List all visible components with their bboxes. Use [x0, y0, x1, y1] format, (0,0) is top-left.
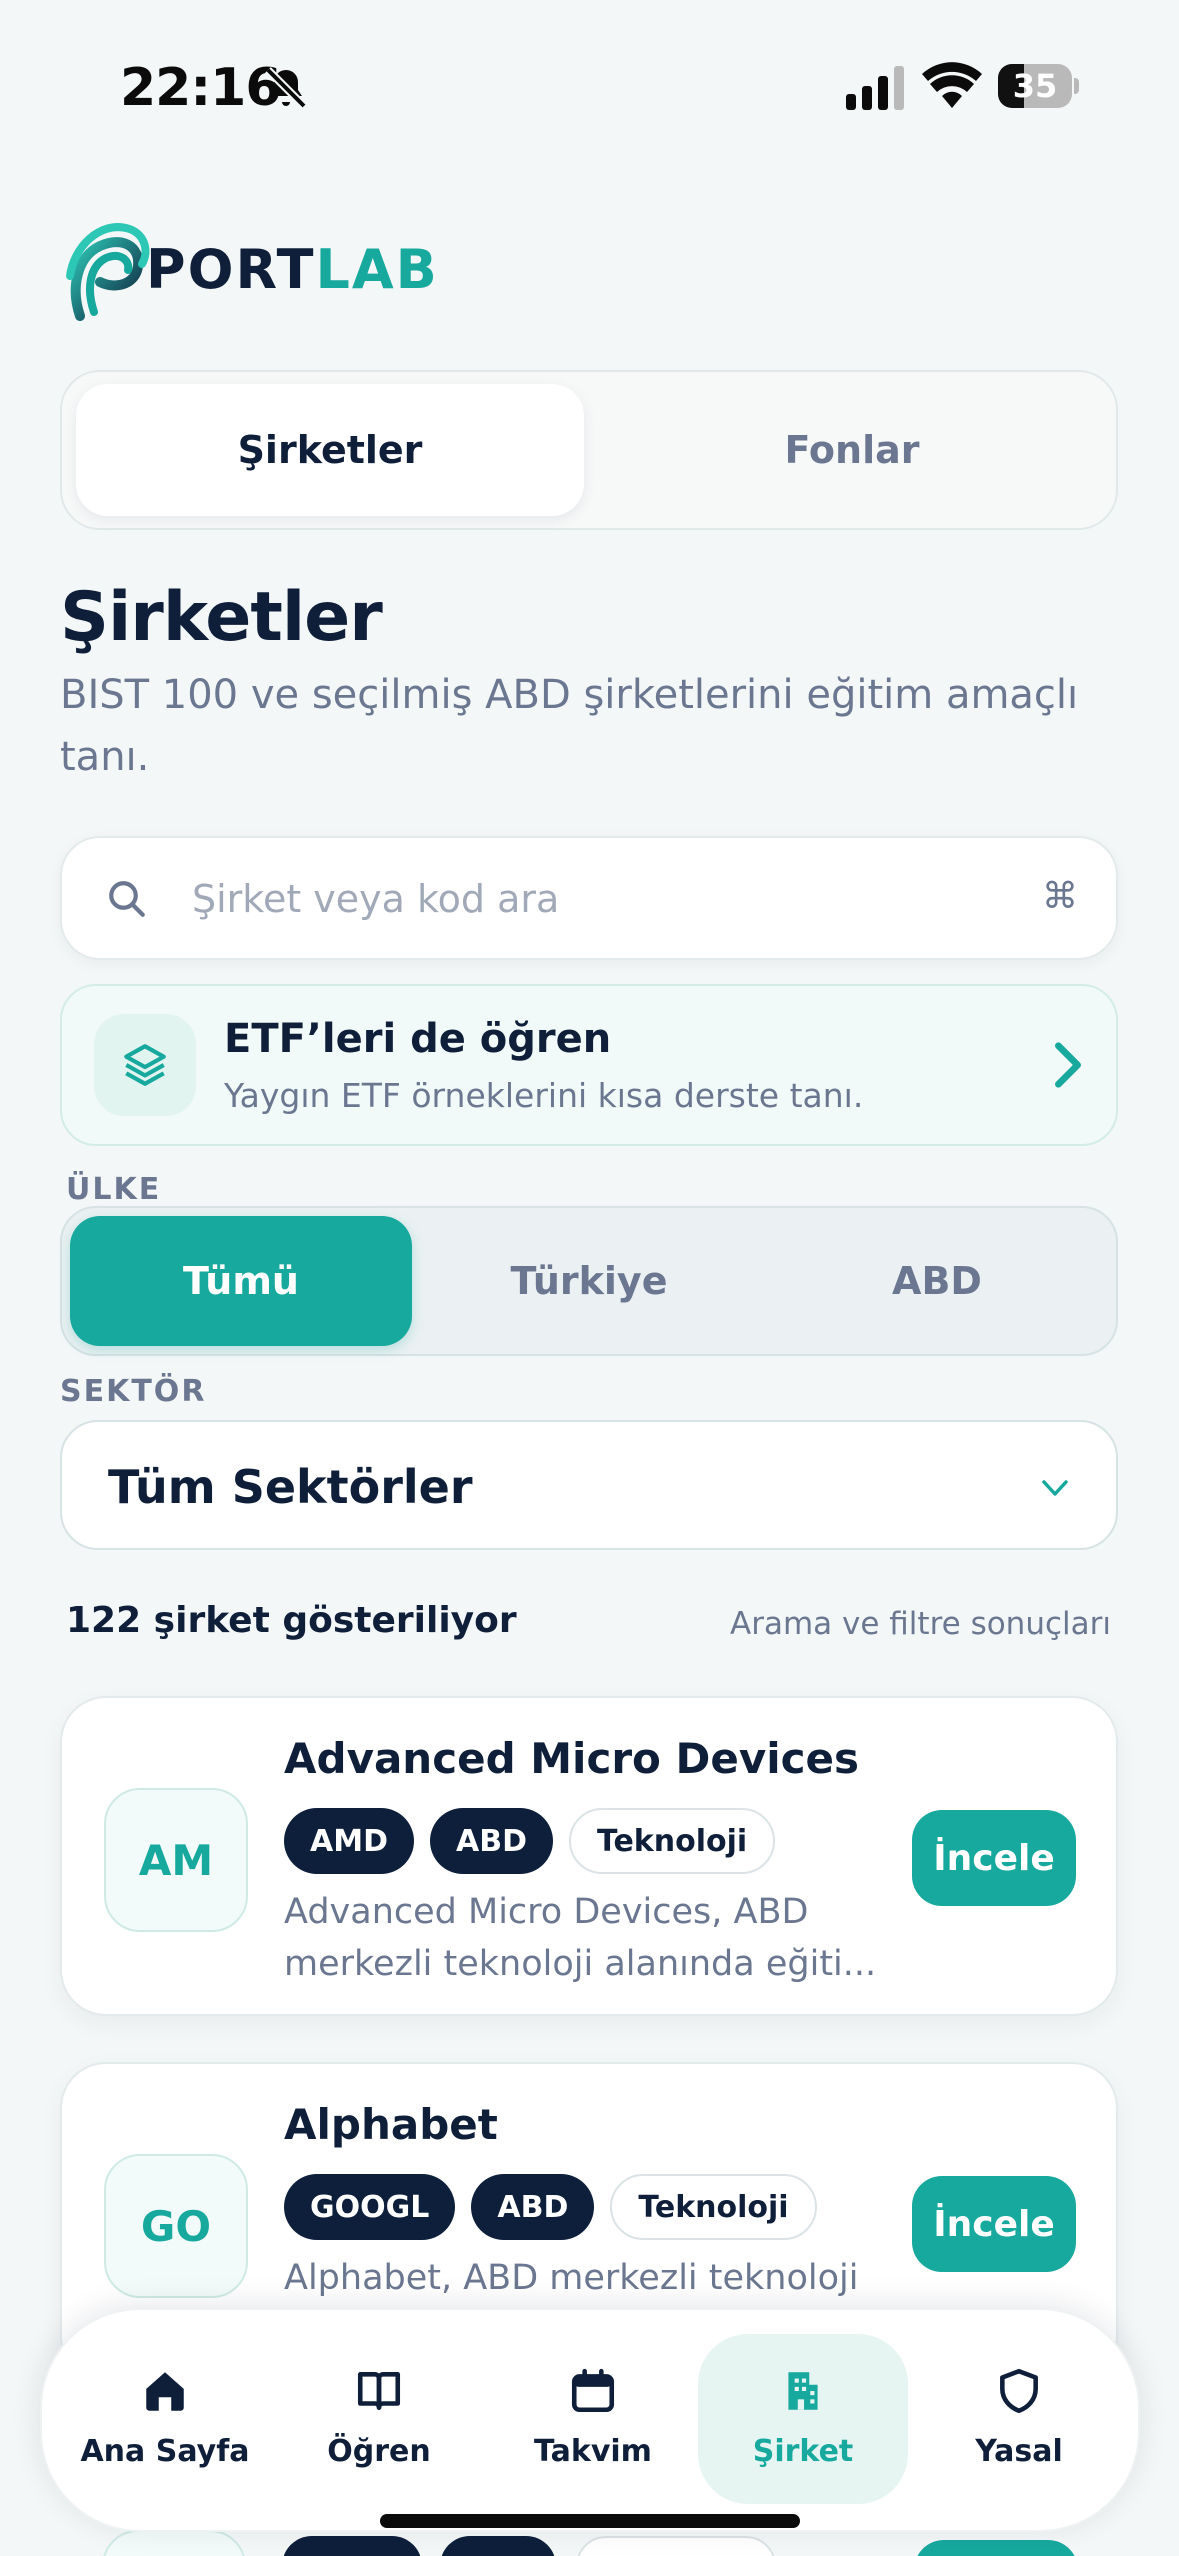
country-filter-label: ÜLKE — [66, 1172, 162, 1207]
bottom-navigation: Ana Sayfa Öğren Takvim Şirket Yasal — [40, 2308, 1140, 2532]
ticker-badge: AMD — [284, 1808, 414, 1874]
nav-item-home[interactable]: Ana Sayfa — [60, 2334, 270, 2504]
nav-label-company: Şirket — [752, 2434, 854, 2469]
sector-selected-value: Tüm Sektörler — [108, 1460, 473, 1514]
review-button[interactable]: İncele — [912, 1810, 1076, 1906]
layers-icon — [124, 1044, 166, 1086]
company-description: Advanced Micro Devices, ABD merkezli tek… — [284, 1892, 877, 1984]
next-card-button-partial — [914, 2540, 1078, 2556]
battery-level: 35 — [1012, 67, 1058, 105]
company-description: Alphabet, ABD merkezli teknoloji — [284, 2258, 859, 2298]
etf-learn-banner[interactable]: ETF’leri de öğren Yaygın ETF örneklerini… — [60, 984, 1118, 1146]
app-logo: PORTLAB — [60, 216, 437, 322]
company-avatar: AM — [104, 1788, 248, 1932]
country-badge: ABD — [429, 1808, 553, 1874]
company-card[interactable]: AM Advanced Micro Devices AMD ABD Teknol… — [60, 1696, 1118, 2016]
wifi-icon — [922, 62, 982, 108]
nav-item-learn[interactable]: Öğren — [274, 2334, 484, 2504]
ticker-badge: GOOGL — [284, 2174, 456, 2240]
nav-label-learn: Öğren — [327, 2434, 431, 2469]
status-bar: 22:16 35 — [0, 0, 1179, 180]
country-filter: Tümü Türkiye ABD — [60, 1206, 1118, 1356]
brand-name: PORTLAB — [146, 238, 439, 301]
brand-name-part2: LAB — [315, 238, 439, 301]
chevron-down-icon — [1042, 1480, 1068, 1496]
command-key-icon: ⌘ — [1042, 876, 1078, 917]
home-indicator — [380, 2514, 800, 2528]
etf-banner-subtitle: Yaygın ETF örneklerini kısa derste tanı. — [224, 1076, 864, 1115]
nav-label-calendar: Takvim — [534, 2434, 652, 2469]
shield-icon — [1000, 2368, 1038, 2414]
tab-companies[interactable]: Şirketler — [76, 384, 584, 516]
company-tags: GOOGL ABD Teknoloji — [284, 2174, 817, 2240]
building-icon — [788, 2372, 818, 2410]
content-type-tabs: Şirketler Fonlar — [60, 370, 1118, 530]
next-card-avatar-partial — [102, 2530, 246, 2556]
country-option-all[interactable]: Tümü — [70, 1216, 412, 1346]
chevron-right-icon — [1055, 1042, 1081, 1088]
company-tags: AMD ABD Teknoloji — [284, 1808, 776, 1874]
nav-item-legal[interactable]: Yasal — [914, 2334, 1124, 2504]
page-description: BIST 100 ve seçilmiş ABD şirketlerini eğ… — [60, 672, 1079, 780]
search-input[interactable] — [192, 866, 992, 932]
etf-icon-container — [94, 1014, 196, 1116]
status-time: 22:16 — [120, 58, 282, 118]
company-name: Advanced Micro Devices — [284, 1734, 860, 1783]
search-icon — [109, 881, 145, 917]
nav-label-legal: Yasal — [975, 2434, 1063, 2469]
nav-item-company[interactable]: Şirket — [698, 2334, 908, 2504]
home-icon — [146, 2372, 184, 2411]
sector-filter-label: SEKTÖR — [60, 1374, 207, 1409]
page-title: Şirketler — [60, 578, 383, 657]
brand-name-part1: PORT — [146, 238, 316, 301]
country-option-turkey[interactable]: Türkiye — [418, 1216, 760, 1346]
calendar-icon — [571, 2368, 615, 2413]
battery-icon: 35 — [998, 64, 1079, 108]
next-card-tag-partial — [282, 2536, 422, 2556]
country-option-usa[interactable]: ABD — [766, 1216, 1108, 1346]
nav-item-calendar[interactable]: Takvim — [488, 2334, 698, 2504]
next-card-tag-partial — [576, 2536, 776, 2556]
portlab-logo-icon — [66, 223, 150, 321]
search-bar[interactable]: ⌘ — [60, 836, 1118, 960]
sector-badge: Teknoloji — [568, 1808, 776, 1874]
tab-funds[interactable]: Fonlar — [598, 384, 1106, 516]
sector-badge: Teknoloji — [610, 2174, 817, 2240]
review-button[interactable]: İncele — [912, 2176, 1076, 2272]
country-badge: ABD — [471, 2174, 595, 2240]
cellular-signal-icon — [846, 66, 904, 110]
book-icon — [357, 2372, 401, 2410]
etf-banner-title: ETF’leri de öğren — [224, 1016, 612, 1062]
company-name: Alphabet — [284, 2100, 498, 2149]
results-note: Arama ve filtre sonuçları — [730, 1606, 1111, 1642]
company-avatar: GO — [104, 2154, 248, 2298]
nav-label-home: Ana Sayfa — [80, 2434, 250, 2469]
next-card-tag-partial — [440, 2536, 556, 2556]
results-count: 122 şirket gösteriliyor — [66, 1600, 517, 1641]
bell-slash-icon — [265, 67, 307, 109]
sector-select[interactable]: Tüm Sektörler — [60, 1420, 1118, 1550]
